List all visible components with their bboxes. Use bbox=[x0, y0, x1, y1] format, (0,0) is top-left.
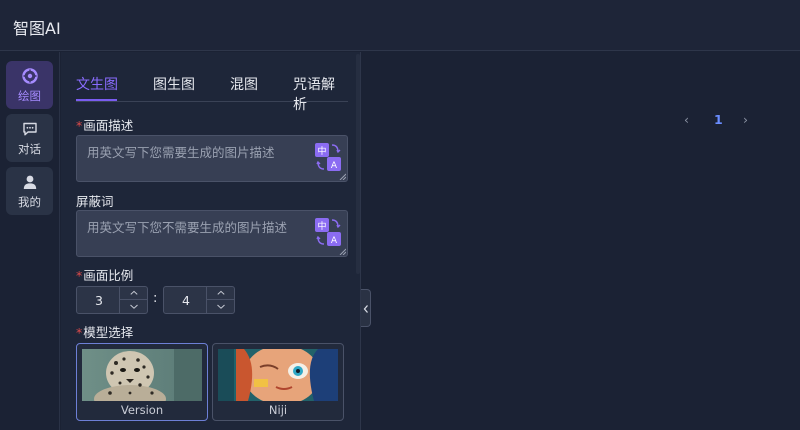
niji-model-thumbnail bbox=[218, 349, 338, 401]
model-option-version[interactable]: Version bbox=[76, 343, 208, 421]
model-option-name: Niji bbox=[268, 403, 288, 417]
pagination-next-button[interactable]: › bbox=[743, 112, 748, 127]
chevron-down-icon[interactable] bbox=[120, 300, 148, 313]
svg-text:中: 中 bbox=[317, 145, 326, 157]
active-tab-indicator bbox=[76, 99, 117, 101]
chevron-up-icon[interactable] bbox=[207, 287, 235, 300]
chevron-left-icon bbox=[363, 305, 368, 313]
pagination-prev-button[interactable]: ‹ bbox=[684, 112, 689, 127]
chevron-up-icon[interactable] bbox=[120, 287, 148, 300]
aspect-separator: : bbox=[153, 291, 158, 306]
tab-text-to-image[interactable]: 文生图 bbox=[76, 74, 118, 94]
aspect-height-stepper[interactable]: 4 bbox=[163, 286, 235, 314]
user-icon bbox=[23, 175, 37, 189]
aspect-height-value[interactable]: 4 bbox=[164, 293, 208, 308]
aspect-width-stepper[interactable]: 3 bbox=[76, 286, 148, 314]
tab-describe[interactable]: 咒语解析 bbox=[293, 74, 348, 114]
nav-item-label: 对话 bbox=[18, 142, 41, 156]
tab-image-to-image[interactable]: 图生图 bbox=[153, 74, 195, 94]
required-mark: * bbox=[76, 268, 83, 283]
model-option-niji[interactable]: Niji bbox=[212, 343, 344, 421]
collapse-panel-button[interactable] bbox=[361, 289, 371, 327]
negative-input[interactable]: 用英文写下您不需要生成的图片描述 中 A bbox=[76, 210, 348, 257]
prompt-input[interactable]: 用英文写下您需要生成的图片描述 中 A bbox=[76, 135, 348, 182]
translate-icon[interactable]: 中 A bbox=[314, 216, 342, 248]
svg-text:A: A bbox=[331, 236, 338, 246]
svg-text:中: 中 bbox=[317, 220, 326, 232]
version-model-thumbnail bbox=[82, 349, 202, 401]
resize-handle-icon[interactable] bbox=[339, 248, 346, 255]
prompt-placeholder: 用英文写下您需要生成的图片描述 bbox=[87, 145, 275, 160]
stepper-controls bbox=[206, 287, 235, 313]
mode-tabs: 文生图 图生图 混图 咒语解析 bbox=[76, 74, 348, 113]
stepper-controls bbox=[119, 287, 148, 313]
nav-item-label: 我的 bbox=[18, 195, 41, 209]
required-mark: * bbox=[76, 325, 83, 340]
svg-text:A: A bbox=[331, 161, 338, 171]
top-bar: 智图AI bbox=[0, 0, 800, 51]
palette-icon bbox=[22, 68, 38, 84]
nav-item-mine[interactable]: 我的 bbox=[6, 167, 53, 215]
side-nav: 绘图 对话 我的 bbox=[0, 52, 60, 430]
nav-item-draw[interactable]: 绘图 bbox=[6, 61, 53, 109]
aspect-label: *画面比例 bbox=[76, 268, 134, 283]
model-option-name: Version bbox=[120, 403, 164, 417]
app-title: 智图AI bbox=[13, 19, 61, 38]
tab-blend[interactable]: 混图 bbox=[230, 74, 258, 94]
panel-scrollbar[interactable] bbox=[356, 54, 360, 274]
nav-item-label: 绘图 bbox=[18, 89, 41, 103]
pagination-current-page[interactable]: 1 bbox=[714, 112, 723, 127]
nav-item-chat[interactable]: 对话 bbox=[6, 114, 53, 162]
aspect-width-value[interactable]: 3 bbox=[77, 293, 121, 308]
model-label: *模型选择 bbox=[76, 325, 134, 340]
required-mark: * bbox=[76, 118, 83, 133]
draw-panel: 文生图 图生图 混图 咒语解析 *画面描述 用英文写下您需要生成的图片描述 中 … bbox=[61, 52, 361, 430]
negative-placeholder: 用英文写下您不需要生成的图片描述 bbox=[87, 220, 288, 235]
chat-icon bbox=[23, 122, 37, 136]
prompt-label: *画面描述 bbox=[76, 118, 134, 133]
resize-handle-icon[interactable] bbox=[339, 173, 346, 180]
negative-label: 屏蔽词 bbox=[76, 194, 114, 209]
translate-icon[interactable]: 中 A bbox=[314, 141, 342, 173]
chevron-down-icon[interactable] bbox=[207, 300, 235, 313]
